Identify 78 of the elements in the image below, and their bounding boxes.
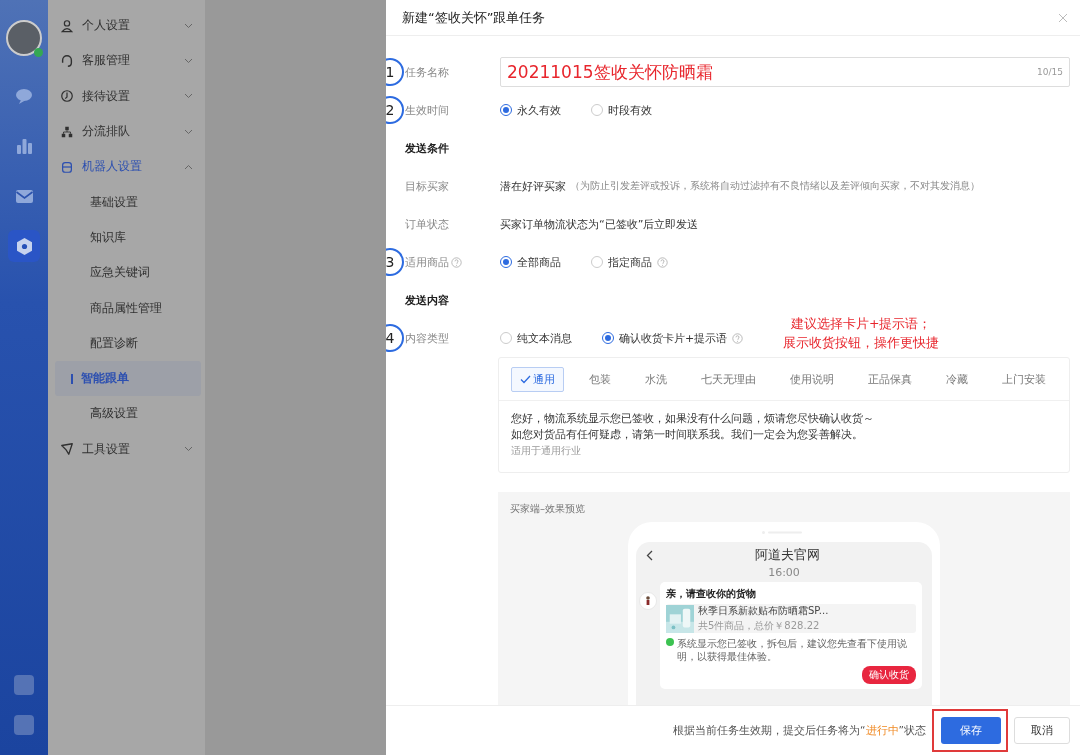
template-tab[interactable]: 水洗 — [636, 366, 676, 392]
save-button[interactable]: 保存 — [941, 717, 1001, 744]
radio-label: 确认收货卡片+提示语 — [619, 330, 728, 346]
template-tab[interactable]: 通用 — [511, 366, 564, 392]
sidebar-subitem[interactable]: 智能跟单 — [55, 360, 201, 397]
order-summary: 共5件商品，总价￥828.22 — [698, 619, 821, 633]
template-tab[interactable]: 冷藏 — [937, 366, 977, 392]
sidebar-item[interactable]: 接待设置 — [48, 78, 205, 114]
product-name: 秋季日系新款贴布防晒霜SP... — [698, 604, 829, 618]
sidebar-item[interactable]: 客服管理 — [48, 43, 205, 79]
settings-icon[interactable] — [8, 230, 40, 262]
sidebar-subitem[interactable]: 知识库 — [55, 219, 201, 256]
radio-label: 纯文本消息 — [517, 330, 572, 346]
sidebar-subitem[interactable]: 商品属性管理 — [55, 290, 201, 326]
template-tab[interactable]: 上门安装 — [993, 366, 1055, 392]
person-icon — [60, 18, 74, 33]
close-icon[interactable] — [1058, 12, 1068, 23]
message-text: 您好，物流系统显示您已签收，如果没有什么问题，烦请您尽快确认收货～ 如您对货品有任何疑虑，请第一时间联系我。我们一定会为您妥善解决。 — [511, 411, 875, 443]
step-number-badge: 4 — [386, 324, 404, 352]
dialog-title: 新建“签收关怀”跟单任务 — [402, 8, 546, 27]
avatar[interactable] — [6, 20, 42, 56]
annotation-text: 建议选择卡片+提示语； 展示收货按钮，操作更快捷 — [783, 315, 940, 352]
chevron-icon — [184, 128, 193, 135]
field-label: 内容类型 — [405, 330, 449, 346]
radio-label: 时段有效 — [608, 102, 652, 118]
sidebar-item[interactable]: 个人设置 — [48, 8, 205, 44]
chat-time: 16:00 — [767, 566, 801, 579]
cancel-button[interactable]: 取消 — [1014, 717, 1070, 744]
field-value: 潜在好评买家 — [500, 178, 566, 194]
online-status-dot — [34, 48, 43, 57]
template-tab[interactable]: 包装 — [580, 366, 620, 392]
field-label: 目标买家 — [405, 178, 449, 194]
avatar-icon — [639, 592, 657, 610]
field-label: 订单状态 — [405, 216, 449, 232]
card-title: 亲，请查收你的货物 — [666, 587, 757, 601]
chevron-icon — [184, 446, 193, 453]
headset-icon — [60, 53, 74, 68]
clock-icon — [60, 89, 74, 104]
field-label: 任务名称 — [405, 64, 449, 80]
field-label: 生效时间 — [405, 102, 449, 118]
sidebar-item[interactable]: 分流排队 — [48, 113, 205, 150]
step-number-badge: 2 — [386, 96, 404, 124]
sidebar-subitem[interactable]: 基础设置 — [55, 184, 201, 220]
back-icon[interactable] — [646, 549, 653, 561]
template-tab[interactable]: 七天无理由 — [692, 366, 765, 392]
template-tab[interactable]: 正品保真 — [859, 366, 921, 392]
footer-note: 根据当前任务生效期，提交后任务将为“进行中”状态 — [673, 723, 926, 738]
preview-label: 买家端–效果预览 — [510, 502, 586, 516]
step-number-badge: 1 — [386, 58, 404, 86]
sidebar-item[interactable]: 机器人设置 — [48, 149, 205, 185]
section-heading: 发送内容 — [405, 292, 449, 308]
hierarchy-icon — [60, 124, 74, 139]
field-note: （为防止引发差评或投诉，系统将自动过滤掉有不良情绪以及差评倾向买家，不对其发消息） — [570, 179, 980, 193]
notice-text: 系统显示您已签收，拆包后，建议您先查看下使用说明，以获得最佳体验。 — [677, 637, 908, 663]
field-label: 适用商品 — [405, 254, 449, 270]
chevron-icon — [184, 163, 193, 170]
task-name-input[interactable]: 20211015签收关怀防晒霜 10/15 — [500, 57, 1070, 87]
radio-label: 指定商品 — [608, 254, 652, 270]
checkmark-icon — [520, 374, 531, 384]
sidebar-subitem[interactable]: 高级设置 — [55, 396, 201, 432]
sidebar-subitem[interactable]: 应急关键词 — [55, 255, 201, 291]
radio-label: 永久有效 — [517, 102, 561, 118]
step-number-badge: 3 — [386, 248, 404, 276]
section-heading: 发送条件 — [405, 140, 449, 156]
chevron-icon — [184, 22, 193, 29]
template-tab[interactable]: 使用说明 — [781, 366, 843, 392]
status-icon — [666, 638, 674, 646]
field-value: 买家订单物流状态为“已签收”后立即发送 — [500, 216, 699, 232]
chevron-icon — [184, 57, 193, 64]
paper-plane-icon — [60, 442, 74, 457]
confirm-receipt-button[interactable]: 确认收货 — [862, 666, 916, 684]
sidebar-item[interactable]: 工具设置 — [48, 431, 205, 467]
sidebar-subitem[interactable]: 配置诊断 — [55, 325, 201, 361]
radio-label: 全部商品 — [517, 254, 561, 270]
robot-icon — [60, 159, 74, 174]
chevron-icon — [184, 93, 193, 100]
hint-text: 适用于通用行业 — [511, 444, 582, 458]
shop-name: 阿道夫官网 — [754, 546, 821, 564]
